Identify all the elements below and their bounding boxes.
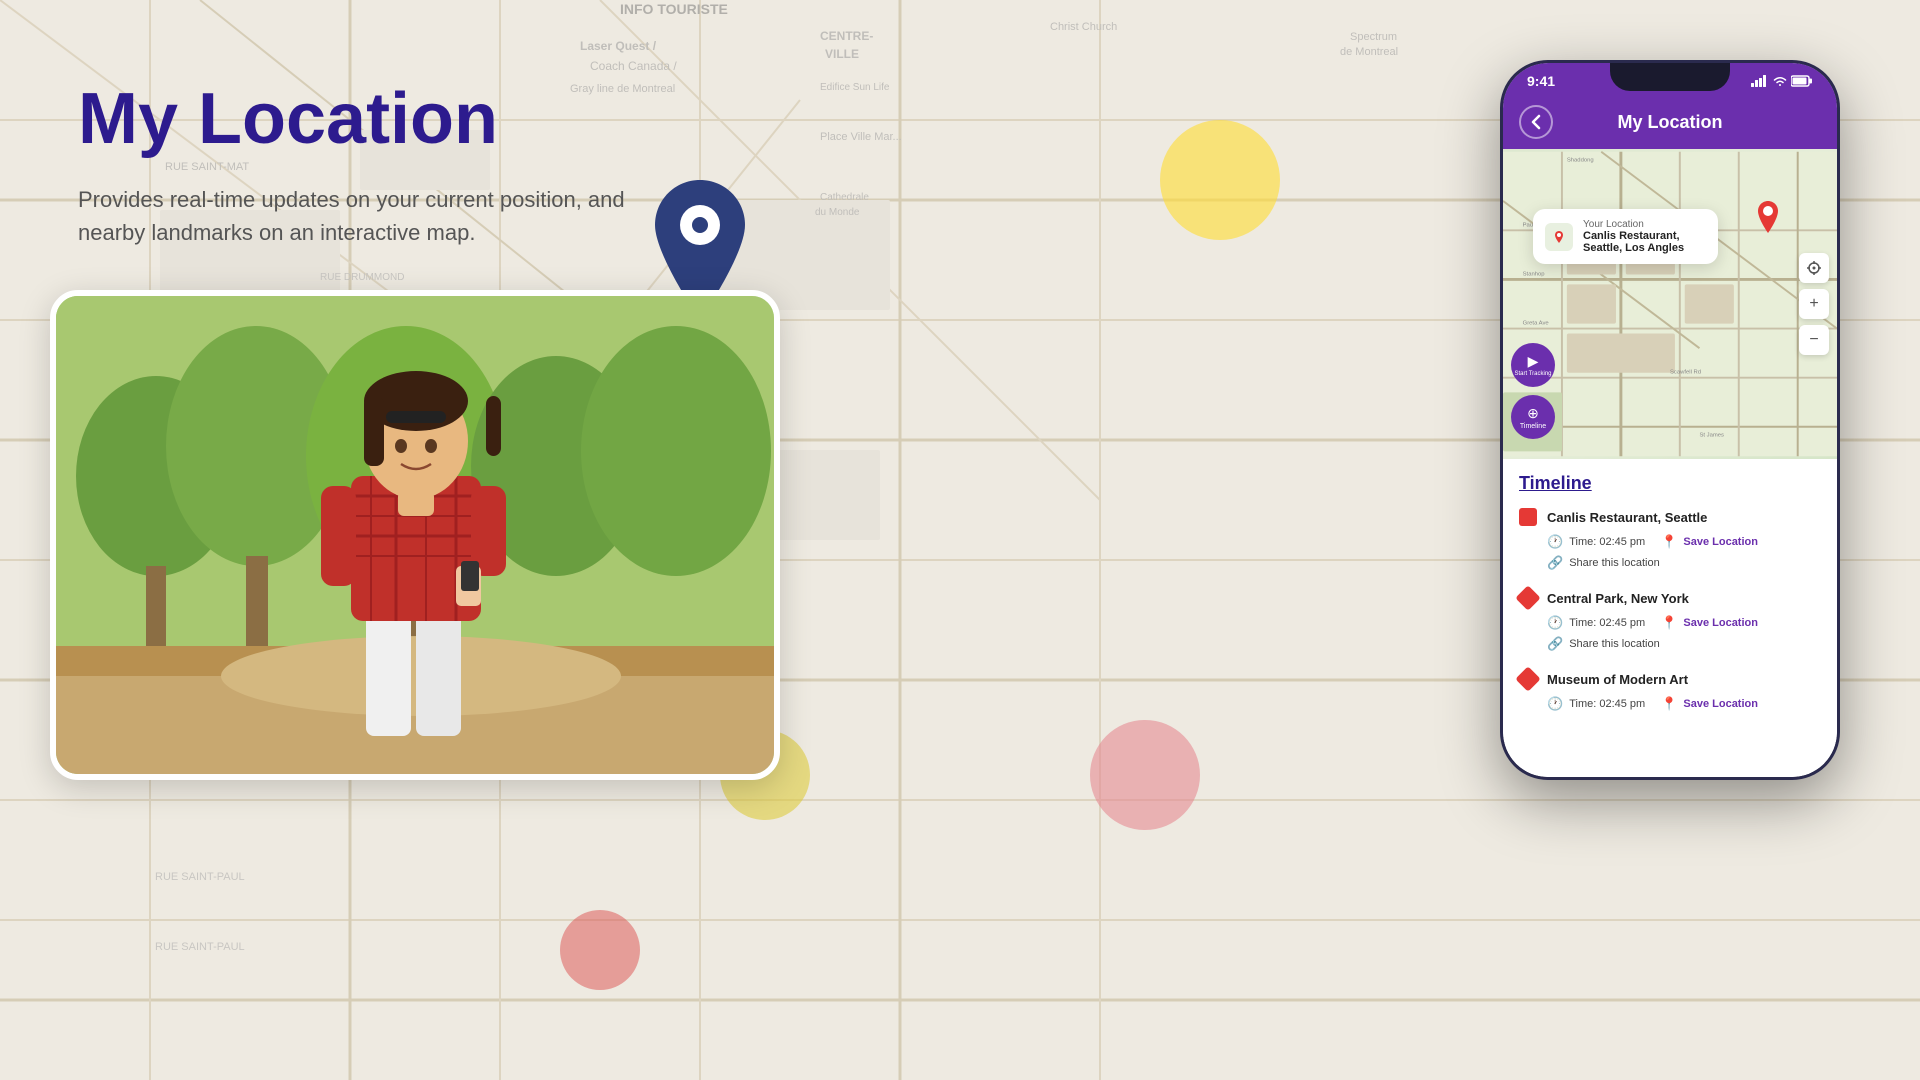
phone-screen: 9:41 (1503, 63, 1837, 777)
timeline-dot-2 (1515, 585, 1540, 610)
decorative-circle-3 (1090, 720, 1200, 830)
timeline-share-row-2: 🔗 Share this location (1547, 636, 1821, 652)
timeline-section: Timeline Canlis Restaurant, Seattle 🕐 Ti… (1503, 459, 1837, 777)
timeline-time-3: Time: 02:45 pm (1569, 698, 1645, 710)
clock-icon-2: 🕐 (1547, 615, 1563, 631)
page-title: My Location (78, 80, 778, 159)
decorative-circle-4 (560, 910, 640, 990)
app-title: My Location (1553, 112, 1787, 133)
svg-text:de Montreal: de Montreal (1340, 46, 1398, 58)
timeline-item-details-1: 🕐 Time: 02:45 pm 📍 Save Location 🔗 Share… (1519, 534, 1821, 571)
location-card-icon (1545, 223, 1573, 251)
svg-text:Cathedrale: Cathedrale (820, 192, 869, 203)
save-location-3[interactable]: Save Location (1683, 698, 1758, 710)
timeline-item-details-2: 🕐 Time: 02:45 pm 📍 Save Location 🔗 Share… (1519, 615, 1821, 652)
svg-text:Edifice Sun Life: Edifice Sun Life (820, 82, 890, 93)
svg-text:RUE DRUMMOND: RUE DRUMMOND (320, 272, 404, 283)
location-card-name: Canlis Restaurant, Seattle, Los Angles (1583, 230, 1684, 254)
svg-text:INFO TOURISTE: INFO TOURISTE (620, 1, 728, 17)
svg-text:CENTRE-: CENTRE- (820, 29, 873, 43)
timeline-time-1: Time: 02:45 pm (1569, 536, 1645, 548)
timeline-time-row-2: 🕐 Time: 02:45 pm 📍 Save Location (1547, 615, 1821, 631)
svg-text:Christ Church: Christ Church (1050, 21, 1117, 33)
location-card: Your Location Canlis Restaurant, Seattle… (1533, 209, 1718, 264)
timeline-share-2[interactable]: Share this location (1569, 638, 1660, 650)
photo-container (50, 290, 780, 780)
timeline-time-2: Time: 02:45 pm (1569, 617, 1645, 629)
timeline-dot-3 (1515, 666, 1540, 691)
page-subtitle: Provides real-time updates on your curre… (78, 183, 678, 249)
svg-text:Place Ville Mar...: Place Ville Mar... (820, 131, 902, 143)
signal-icon (1751, 75, 1769, 87)
svg-text:RUE SAINT-PAUL: RUE SAINT-PAUL (155, 871, 245, 883)
wifi-icon (1773, 75, 1787, 87)
your-location-label: Your Location (1583, 219, 1684, 230)
clock-icon-1: 🕐 (1547, 534, 1563, 550)
status-icons (1751, 75, 1813, 87)
timeline-share-row-1: 🔗 Share this location (1547, 555, 1821, 571)
svg-text:St James: St James (1699, 433, 1724, 439)
zoom-in-button[interactable]: + (1799, 289, 1829, 319)
phone-map-area[interactable]: Paul St Stanhop Greta Ave Bedford Rd Sca… (1503, 149, 1837, 459)
timeline-item-name-1: Canlis Restaurant, Seattle (1547, 510, 1707, 525)
app-header: My Location (1503, 95, 1837, 149)
back-button[interactable] (1519, 105, 1553, 139)
timeline-item: Canlis Restaurant, Seattle 🕐 Time: 02:45… (1519, 508, 1821, 571)
map-left-buttons: ▶ Start Tracking ⊕ Timeline (1511, 343, 1555, 439)
svg-text:Laser Quest /: Laser Quest / (580, 39, 657, 53)
phone-mockup: 9:41 (1500, 60, 1840, 780)
status-time: 9:41 (1527, 73, 1555, 89)
svg-text:Greta Ave: Greta Ave (1523, 321, 1549, 327)
map-red-pin (1754, 199, 1782, 242)
share-icon-1: 🔗 (1547, 555, 1563, 571)
timeline-button[interactable]: ⊕ Timeline (1511, 395, 1555, 439)
timeline-item-details-3: 🕐 Time: 02:45 pm 📍 Save Location (1519, 696, 1821, 712)
svg-text:VILLE: VILLE (825, 47, 859, 61)
timeline-time-row-1: 🕐 Time: 02:45 pm 📍 Save Location (1547, 534, 1821, 550)
timeline-item-header-2: Central Park, New York (1519, 589, 1821, 607)
svg-text:Spectrum: Spectrum (1350, 31, 1397, 43)
timeline-item-3: Museum of Modern Art 🕐 Time: 02:45 pm 📍 … (1519, 670, 1821, 712)
clock-icon-3: 🕐 (1547, 696, 1563, 712)
svg-text:Coach Canada /: Coach Canada / (590, 59, 677, 73)
timeline-dot-1 (1519, 508, 1537, 526)
timeline-share-1[interactable]: Share this location (1569, 557, 1660, 569)
save-location-1[interactable]: Save Location (1683, 536, 1758, 548)
timeline-item-2: Central Park, New York 🕐 Time: 02:45 pm … (1519, 589, 1821, 652)
zoom-out-button[interactable]: − (1799, 325, 1829, 355)
location-target-button[interactable] (1799, 253, 1829, 283)
decorative-circle-1 (1160, 120, 1280, 240)
svg-text:Shaddong: Shaddong (1567, 158, 1594, 164)
svg-text:du Monde: du Monde (815, 207, 860, 218)
timeline-item-name-3: Museum of Modern Art (1547, 672, 1688, 687)
pin-icon-2: 📍 (1661, 615, 1677, 631)
svg-text:Stanhop: Stanhop (1523, 272, 1546, 278)
timeline-time-row-3: 🕐 Time: 02:45 pm 📍 Save Location (1547, 696, 1821, 712)
svg-text:Scawfell Rd: Scawfell Rd (1670, 370, 1701, 376)
timeline-item-name-2: Central Park, New York (1547, 591, 1689, 606)
timeline-item-header-1: Canlis Restaurant, Seattle (1519, 508, 1821, 526)
pin-icon-3: 📍 (1661, 696, 1677, 712)
timeline-item-header-3: Museum of Modern Art (1519, 670, 1821, 688)
start-tracking-button[interactable]: ▶ Start Tracking (1511, 343, 1555, 387)
save-location-2[interactable]: Save Location (1683, 617, 1758, 629)
pin-icon-1: 📍 (1661, 534, 1677, 550)
battery-icon (1791, 75, 1813, 87)
svg-text:RUE SAINT-PAUL: RUE SAINT-PAUL (155, 941, 245, 953)
share-icon-2: 🔗 (1547, 636, 1563, 652)
location-card-text: Your Location Canlis Restaurant, Seattle… (1583, 219, 1684, 254)
timeline-title: Timeline (1519, 473, 1821, 494)
map-controls: + − (1799, 253, 1829, 355)
phone-notch (1610, 63, 1730, 91)
